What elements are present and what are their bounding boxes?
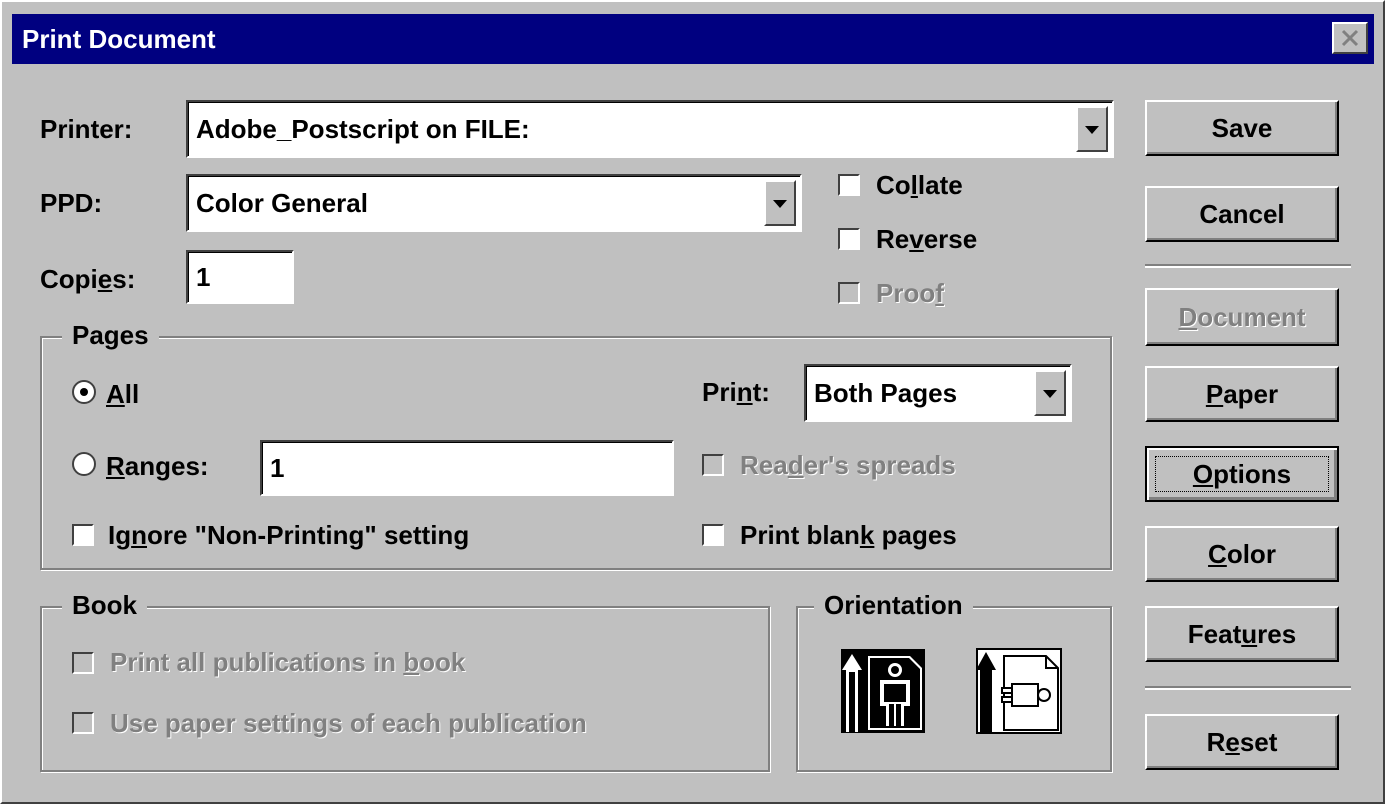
printer-dropdown-button[interactable] bbox=[1076, 106, 1108, 152]
print-pages-select[interactable]: Both Pages bbox=[804, 364, 1072, 422]
book-group: Book bbox=[40, 590, 770, 772]
document-button-label: Document bbox=[1178, 301, 1306, 332]
all-label: All bbox=[106, 379, 140, 409]
print-blank-pages-checkbox[interactable] bbox=[702, 524, 724, 546]
ranges-radio[interactable] bbox=[72, 452, 96, 476]
copies-label: Copies: bbox=[40, 264, 136, 294]
window-title: Print Document bbox=[22, 24, 216, 54]
document-button: Document bbox=[1145, 288, 1339, 346]
save-button-label: Save bbox=[1211, 112, 1273, 143]
reset-button-label: Reset bbox=[1206, 726, 1278, 757]
copies-input[interactable]: 1 bbox=[186, 250, 294, 304]
focus-rect bbox=[1155, 456, 1329, 492]
paper-button[interactable]: Paper bbox=[1145, 366, 1339, 422]
reverse-checkbox[interactable] bbox=[838, 228, 860, 250]
print-blank-pages-label: Print blank pages bbox=[740, 520, 957, 550]
print-pages-value: Both Pages bbox=[814, 378, 958, 408]
printer-value: Adobe_Postscript on FILE: bbox=[196, 114, 530, 144]
orientation-group-title: Orientation bbox=[814, 590, 973, 620]
title-bar[interactable]: Print Document bbox=[12, 14, 1374, 64]
collate-checkbox[interactable] bbox=[838, 174, 860, 196]
print-all-publications-label: Print all publications in book bbox=[110, 647, 466, 677]
print-document-dialog: Print Document Printer: Adobe_Postscript… bbox=[0, 0, 1385, 804]
landscape-icon bbox=[976, 648, 1062, 734]
ppd-select[interactable]: Color General bbox=[186, 174, 802, 232]
ranges-value: 1 bbox=[270, 453, 285, 483]
chevron-down-icon bbox=[773, 200, 787, 208]
ignore-nonprinting-checkbox[interactable] bbox=[72, 524, 94, 546]
cancel-button[interactable]: Cancel bbox=[1145, 186, 1339, 242]
readers-spreads-checkbox bbox=[702, 454, 724, 476]
chevron-down-icon bbox=[1085, 126, 1099, 134]
ignore-nonprinting-label: Ignore "Non-Printing" setting bbox=[108, 520, 470, 550]
collate-label: Collate bbox=[876, 170, 963, 200]
radio-dot-icon bbox=[80, 388, 88, 396]
book-group-title: Book bbox=[62, 590, 147, 620]
button-separator bbox=[1145, 686, 1351, 690]
close-button[interactable] bbox=[1332, 22, 1368, 54]
pages-group-title: Pages bbox=[62, 320, 159, 350]
color-button[interactable]: Color bbox=[1145, 526, 1339, 582]
use-paper-settings-checkbox bbox=[72, 712, 94, 734]
cancel-button-label: Cancel bbox=[1199, 198, 1285, 229]
close-icon bbox=[1341, 29, 1359, 47]
print-pages-dropdown-button[interactable] bbox=[1034, 370, 1066, 416]
print-label: Print: bbox=[702, 377, 770, 407]
print-all-publications-checkbox bbox=[72, 652, 94, 674]
printer-select[interactable]: Adobe_Postscript on FILE: bbox=[186, 100, 1114, 158]
paper-button-label: Paper bbox=[1205, 378, 1279, 409]
copies-value: 1 bbox=[196, 262, 211, 292]
proof-label: Proof bbox=[876, 278, 944, 308]
landscape-orientation-button[interactable] bbox=[976, 648, 1062, 734]
reset-button[interactable]: Reset bbox=[1145, 714, 1339, 770]
features-button[interactable]: Features bbox=[1145, 606, 1339, 662]
use-paper-settings-label: Use paper settings of each publication bbox=[110, 708, 587, 738]
ranges-input[interactable]: 1 bbox=[260, 440, 674, 496]
ppd-label: PPD: bbox=[40, 188, 103, 218]
ppd-dropdown-button[interactable] bbox=[764, 180, 796, 226]
printer-label: Printer: bbox=[40, 114, 133, 144]
ppd-value: Color General bbox=[196, 188, 368, 218]
options-button[interactable]: Options bbox=[1145, 446, 1339, 502]
portrait-icon bbox=[841, 649, 925, 733]
chevron-down-icon bbox=[1043, 390, 1057, 398]
portrait-orientation-button[interactable] bbox=[840, 648, 926, 734]
proof-checkbox bbox=[838, 282, 860, 304]
features-button-label: Features bbox=[1187, 618, 1297, 649]
color-button-label: Color bbox=[1208, 538, 1276, 569]
button-separator bbox=[1145, 264, 1351, 268]
readers-spreads-label: Reader's spreads bbox=[740, 450, 956, 480]
save-button[interactable]: Save bbox=[1145, 100, 1339, 156]
all-radio[interactable] bbox=[72, 380, 96, 404]
ranges-label: Ranges: bbox=[106, 451, 209, 481]
reverse-label: Reverse bbox=[876, 224, 978, 254]
